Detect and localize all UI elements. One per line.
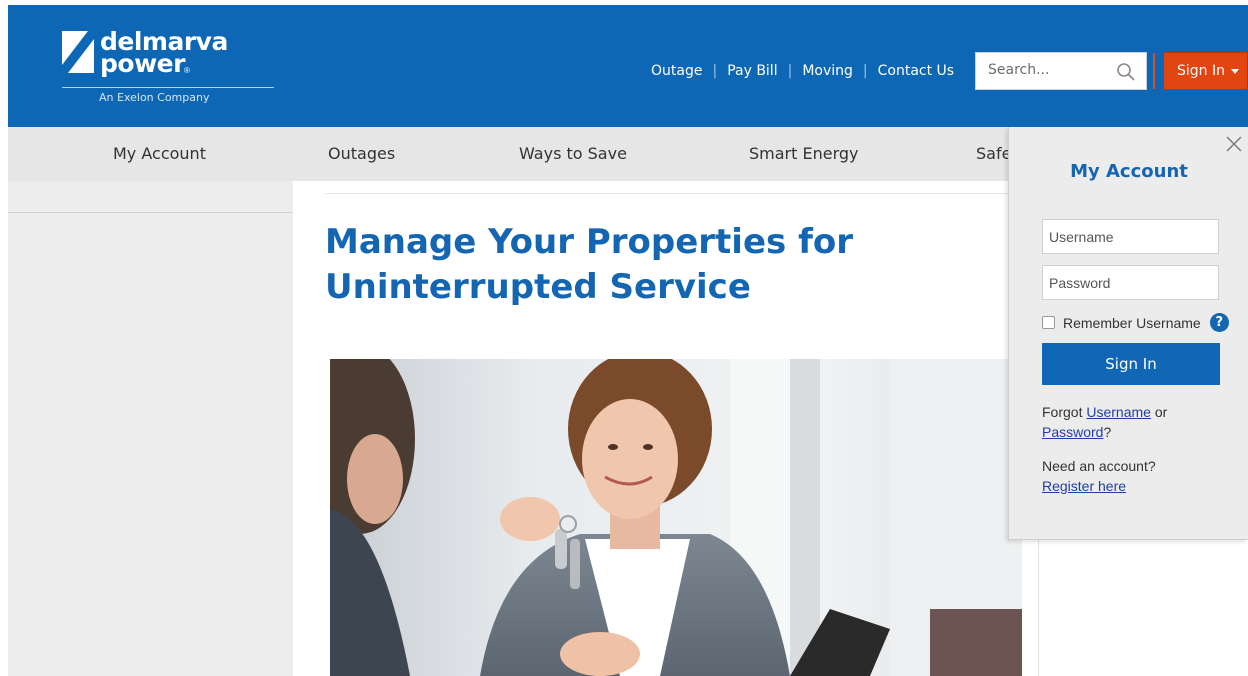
brand-name-line2: power	[100, 49, 185, 78]
logo-mark-icon	[62, 31, 94, 73]
search-box	[975, 52, 1147, 90]
register-link[interactable]: Register here	[1042, 478, 1126, 494]
nav-item-ways-to-save[interactable]: Ways to Save	[519, 144, 627, 163]
hero-image	[330, 359, 1022, 676]
forgot-password-link[interactable]: Password	[1042, 424, 1103, 440]
page-title: Manage Your Properties for Uninterrupted…	[325, 222, 853, 307]
help-icon[interactable]: ?	[1209, 313, 1229, 332]
brand-registered-mark: ®	[184, 66, 190, 75]
forgot-suffix: ?	[1103, 424, 1112, 440]
utility-separator: |	[712, 63, 718, 79]
utility-link-contact-us[interactable]: Contact Us	[878, 63, 954, 79]
logo-divider	[62, 87, 274, 88]
brand-logo[interactable]: delmarva power ® An Exelon Company	[62, 27, 274, 111]
remember-username-label[interactable]: Remember Username	[1063, 315, 1201, 331]
forgot-prefix: Forgot	[1042, 404, 1083, 420]
sign-in-submit-button[interactable]: Sign In	[1042, 343, 1220, 385]
register-text: Need an account? Register here	[1042, 456, 1242, 496]
nav-item-outages[interactable]: Outages	[328, 144, 395, 163]
header-divider	[1153, 53, 1155, 89]
left-sidebar	[8, 181, 293, 676]
brand-tagline: An Exelon Company	[99, 91, 210, 104]
login-panel-title: My Account	[1070, 161, 1188, 182]
remember-username-checkbox[interactable]	[1042, 316, 1055, 329]
search-icon[interactable]	[1116, 62, 1136, 82]
login-dropdown: My Account Remember Username ? Sign In F…	[1008, 127, 1248, 540]
utility-separator: |	[787, 63, 793, 79]
nav-item-my-account[interactable]: My Account	[113, 144, 206, 163]
content-right-border	[1038, 540, 1039, 676]
close-icon[interactable]	[1225, 135, 1243, 153]
nav-item-safety[interactable]: Safe	[976, 144, 1011, 163]
caret-down-icon	[1231, 68, 1239, 74]
sign-in-label: Sign In	[1177, 63, 1225, 79]
content-divider	[325, 193, 1038, 194]
forgot-or: or	[1154, 404, 1168, 420]
nav-item-smart-energy[interactable]: Smart Energy	[749, 144, 859, 163]
remember-username-row: Remember Username ?	[1042, 313, 1229, 332]
need-account-label: Need an account?	[1042, 458, 1156, 474]
search-input[interactable]	[988, 62, 1108, 78]
sign-in-button[interactable]: Sign In	[1163, 52, 1248, 90]
utility-link-moving[interactable]: Moving	[802, 63, 853, 79]
password-field[interactable]	[1042, 265, 1219, 300]
sidebar-divider	[8, 212, 293, 213]
forgot-credentials-text: Forgot Username or Password?	[1042, 402, 1242, 442]
page: delmarva power ® An Exelon Company Outag…	[0, 0, 1248, 676]
utility-link-pay-bill[interactable]: Pay Bill	[727, 63, 777, 79]
utility-separator: |	[862, 63, 868, 79]
username-field[interactable]	[1042, 219, 1219, 254]
forgot-username-link[interactable]: Username	[1086, 404, 1151, 420]
utility-nav: Outage | Pay Bill | Moving | Contact Us	[651, 63, 954, 79]
utility-link-outage[interactable]: Outage	[651, 63, 702, 79]
